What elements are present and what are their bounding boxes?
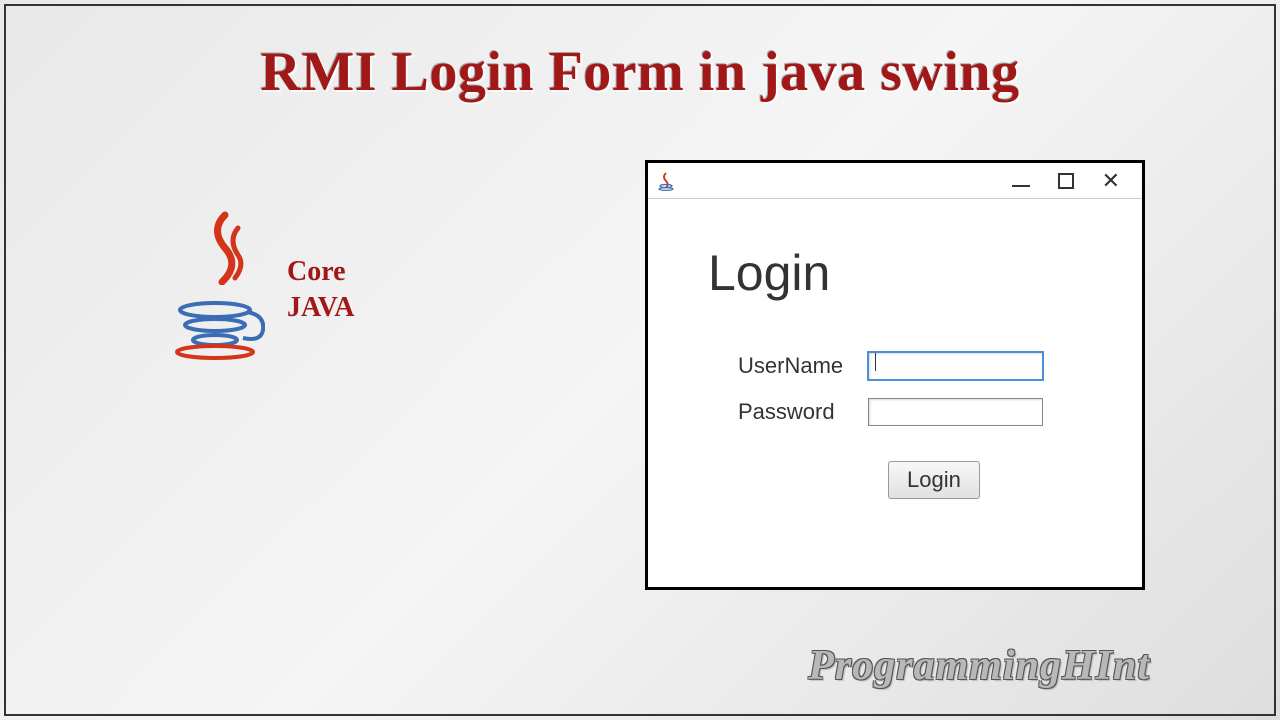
maximize-icon[interactable] [1058, 173, 1074, 189]
minimize-icon[interactable] [1012, 185, 1030, 187]
username-row: UserName [738, 352, 1082, 380]
login-heading: Login [708, 244, 1082, 302]
username-label: UserName [738, 353, 868, 379]
footer-brand: ProgrammingHInt [808, 642, 1150, 690]
login-button[interactable]: Login [888, 461, 980, 499]
java-logo-icon [165, 210, 275, 370]
java-steam-icon [200, 210, 250, 285]
login-window: ✕ Login UserName Password Login [645, 160, 1145, 590]
logo-line1: Core [287, 254, 354, 290]
window-content: Login UserName Password Login [648, 199, 1142, 544]
window-titlebar[interactable]: ✕ [648, 163, 1142, 199]
password-input[interactable] [868, 398, 1043, 426]
java-cup-icon [175, 300, 265, 360]
java-app-icon [656, 171, 676, 191]
close-icon[interactable]: ✕ [1102, 170, 1120, 192]
password-label: Password [738, 399, 868, 425]
username-input[interactable] [868, 352, 1043, 380]
page-title: RMI Login Form in java swing [260, 40, 1019, 104]
java-logo-text: Core JAVA [287, 254, 354, 327]
logo-line2: JAVA [287, 290, 354, 326]
password-row: Password [738, 398, 1082, 426]
java-logo-section: Core JAVA [165, 210, 354, 370]
